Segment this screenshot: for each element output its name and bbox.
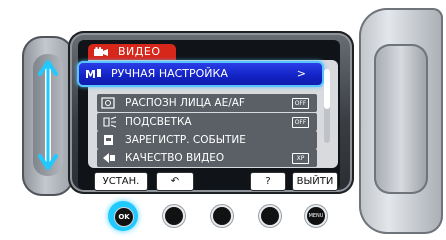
exit-button[interactable]: ВЫЙТИ	[292, 172, 338, 191]
event-register-icon	[104, 135, 113, 145]
video-camera-icon	[94, 47, 108, 56]
hardware-button-3[interactable]	[213, 207, 231, 225]
menu-tab-video[interactable]: ВИДЕО	[88, 44, 176, 60]
menu-item-video-quality[interactable]: КАЧЕСТВО ВИДЕО XP	[97, 149, 317, 167]
menu-tab-label: ВИДЕО	[118, 45, 161, 58]
video-quality-icon	[103, 153, 115, 163]
face-detect-icon	[101, 97, 115, 109]
menu-button-label: MENU	[308, 213, 324, 219]
set-button[interactable]: УСТАН.	[94, 172, 148, 191]
hinge-inner-panel	[374, 44, 428, 194]
menu-item-register-event[interactable]: ЗАРЕГИСТР. СОБЫТИЕ	[97, 131, 317, 149]
menu-button[interactable]: MENU	[307, 207, 325, 225]
hardware-button-2[interactable]	[165, 207, 183, 225]
setting-badge: OFF	[292, 117, 309, 128]
ok-button[interactable]: OK	[114, 207, 134, 227]
back-button[interactable]: ↶	[156, 172, 194, 191]
slider-up-down-arrows-icon	[38, 60, 58, 170]
light-icon	[103, 116, 117, 128]
manual-m-icon: M	[85, 68, 101, 79]
svg-text:M: M	[85, 68, 96, 79]
setting-badge: OFF	[292, 98, 309, 109]
menu-item-face-detect[interactable]: РАСПОЗН ЛИЦА AE/AF OFF	[97, 94, 317, 112]
menu-item-label: РУЧНАЯ НАСТРОЙКА	[111, 67, 228, 80]
menu-item-manual-setting[interactable]: M РУЧНАЯ НАСТРОЙКА >	[77, 61, 324, 87]
submenu-arrow-icon: >	[296, 67, 306, 80]
menu-item-label: ЗАРЕГИСТР. СОБЫТИЕ	[125, 134, 246, 146]
touch-slider[interactable]	[33, 54, 63, 176]
hardware-button-4[interactable]	[261, 207, 279, 225]
menu-item-label: КАЧЕСТВО ВИДЕО	[125, 152, 225, 164]
help-button[interactable]: ?	[250, 172, 286, 191]
menu-item-backlight[interactable]: ПОДСВЕТКА OFF	[97, 113, 317, 131]
scrollbar-thumb[interactable]	[324, 69, 330, 109]
setting-badge: XP	[292, 153, 309, 164]
menu-item-label: РАСПОЗН ЛИЦА AE/AF	[125, 97, 245, 109]
menu-item-label: ПОДСВЕТКА	[125, 116, 192, 128]
